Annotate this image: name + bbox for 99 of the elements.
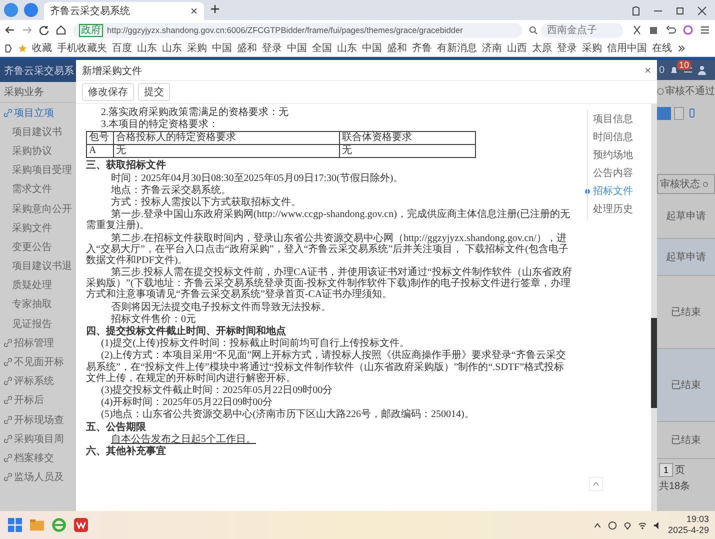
search-field[interactable]: 西南金点子	[541, 22, 623, 38]
bookmark-link[interactable]: 盛和	[237, 41, 257, 55]
sidebar-item[interactable]: 开标现场查	[0, 410, 76, 430]
bookmark-link[interactable]: 中国	[287, 41, 307, 55]
section-heading: 三、获取招标文件	[86, 160, 167, 172]
sidebar-item[interactable]: 质疑处理	[0, 276, 76, 295]
anchor-nav-item[interactable]: 处理历史	[581, 200, 651, 218]
table-header-cell: 包号	[86, 132, 114, 145]
system-title: 齐鲁云采交易系	[4, 64, 74, 78]
anchor-nav-item[interactable]: 项目信息	[581, 110, 651, 128]
document-paragraph: (2)上传方式：本项目采用“不见面”网上开标方式，请投标人按照《供应商操作手册》要求登录“齐鲁云采交易系统”，在“投标文件上传”模块中将通过“投标文件制作软件（山东省政府采购版）”制作的“.SDTF”格式投标文件上传，在规定的开标时间内进行解密开标。	[86, 350, 567, 384]
sidebar-item[interactable]: 采购意向公开	[0, 198, 76, 218]
clock[interactable]: 19:03 2025-4-29	[668, 514, 709, 536]
status-cell-text: 已结束	[671, 434, 701, 447]
bookmark-link[interactable]: 山东	[337, 41, 357, 55]
document-paragraph: (5)地点：山东省公共资源交易中心(济南市历下区山大路226号，邮政编码：250014)。	[100, 409, 476, 420]
bookmark-link[interactable]: 山东	[162, 41, 182, 55]
anchor-nav-item[interactable]: 预约场地	[581, 146, 651, 164]
bookmark-link[interactable]: 全国	[312, 41, 332, 55]
table-cell: A	[86, 144, 114, 158]
document-paragraph: 3.本项目的特定资格要求：	[100, 119, 220, 130]
document-paragraph: 第一步.登录中国山东政府采购网(http://www.ccgp-shandong.gov.cn)，完成供应商主体信息注册(已注册的无需重复注册)。	[86, 209, 572, 232]
sidebar-item[interactable]: 不见面开标	[0, 352, 76, 372]
sidebar-item[interactable]: 需求文件	[0, 180, 76, 199]
sidebar-item[interactable]: 评标系统	[0, 372, 76, 391]
sidebar-item[interactable]: 项目建议书	[0, 122, 76, 142]
sidebar-item[interactable]: 专家抽取	[0, 294, 76, 314]
bookmark-link[interactable]: 在线	[652, 41, 672, 55]
bookmark-link[interactable]: 登录	[557, 41, 577, 55]
close-button[interactable]: ×	[644, 65, 651, 77]
sidebar-item[interactable]: 招标管理	[0, 333, 76, 352]
bookmark-link[interactable]: 山东	[137, 41, 157, 55]
sidebar-item[interactable]: 采购项目受理	[0, 160, 76, 180]
table-cell: 无	[114, 144, 340, 158]
sidebar-item[interactable]: 采购协议	[0, 141, 76, 161]
tab-title: 齐鲁云采交易系统	[50, 4, 130, 18]
bookmark-link[interactable]: 山西	[507, 41, 527, 55]
sidebar-item[interactable]: 开标后	[0, 390, 76, 410]
bookmark-link[interactable]: 盛和	[387, 41, 407, 55]
bookmark-link[interactable]: 信用中国	[607, 41, 647, 55]
table-cell: 无	[339, 144, 476, 158]
security-badge: 政府	[79, 24, 103, 36]
bookmark-link[interactable]: 收藏	[32, 41, 52, 55]
bookmark-link[interactable]: 采购	[187, 41, 207, 55]
document-paragraph: 时间：2025年04月30日08:30至2025年05月09日17:30(节假日除外)。	[110, 172, 404, 184]
counter-text: 0	[659, 64, 665, 76]
section-heading: 六、其他补充事宜	[86, 446, 167, 458]
document-paragraph: 第二步.在招标文件获取时间内，登录山东省公共资源交易中心网（http://ggzyjyzx.shandong.gov.cn/），进入“交易大厅”，在平台入口点击“政府采购”，登入“齐鲁云采交易系统”后并关注项目， 下载招标文件(包含电子数据文件和PDF文件)。	[86, 232, 570, 266]
sidebar-section-title: 采购业务	[4, 86, 44, 99]
toolbar-button[interactable]: 修改保存	[82, 83, 134, 101]
toolbar-button[interactable]: 提交	[138, 83, 170, 101]
sidebar-item[interactable]: 档案移交	[0, 448, 76, 468]
status-cell-text: 起草申请	[666, 250, 706, 264]
page-input[interactable]: 1	[659, 463, 673, 477]
bookmark-link[interactable]: 中国	[212, 41, 232, 55]
bookmark-link[interactable]: 百度	[112, 41, 132, 55]
document-paragraph: 方式：投标人需按以下方式获取招标文件。	[110, 196, 302, 208]
document-paragraph: 否则将因无法提交电子投标文件而导致无法投标。	[110, 302, 332, 313]
sidebar-item[interactable]: 见证报告	[0, 314, 76, 334]
document-paragraph: 招标文件售价：0元	[110, 314, 197, 325]
document-paragraph: (4)开标时间：2025年05月22日09时00分	[100, 397, 274, 408]
address-bar[interactable]: 政府 http://ggzyjyzx.shandong.gov.cn:6006/ZFCGTPBidder/frame/fui/pages/themes/grace/gracebidder	[73, 22, 522, 38]
section-heading: 四、提交投标文件截止时间、开标时间和地点	[86, 326, 287, 338]
bookmark-link[interactable]: 齐鲁	[412, 41, 432, 55]
bookmark-link[interactable]: 登录	[262, 41, 282, 55]
document-paragraph: 地点：齐鲁云采交易系统。	[110, 184, 232, 196]
url-text: http://ggzyjyzx.shandong.gov.cn:6006/ZFCGTPBidder/frame/fui/pages/themes/grace/gracebidder	[107, 25, 463, 35]
status-cell-text: 已结束	[671, 306, 701, 319]
sidebar-item[interactable]: 项目立项	[0, 103, 76, 122]
status-cell-text: 起草申请	[666, 210, 706, 223]
document-paragraph: (1)提交(上传)投标文件时间：投标截止时间前均可自行上传投标文件。	[100, 338, 410, 350]
notification-badge: 10	[677, 60, 692, 70]
column-header[interactable]: 审核状态	[657, 174, 715, 194]
section-heading: 五、公告期限	[86, 422, 147, 433]
document-paragraph: 第三步.投标人需在提交投标文件前，办理CA证书，并使用该证书对通过“投标文件制作软件（山东省政府采购版）”(下载地址：齐鲁云采交易系统登录页面-投标文件制作软件下载)制作的电子投标文件进行签章，办理方式和注意事项请见“齐鲁云采交易系统”登录首页-CA证书办理须知。	[86, 267, 573, 301]
bookmark-link[interactable]: 太原	[532, 41, 552, 55]
document-paragraph: 2.落实政府采购政策需满足的资格要求：无	[100, 107, 290, 118]
bookmark-link[interactable]: 采购	[582, 41, 602, 55]
bookmark-link[interactable]: 济南	[482, 41, 502, 55]
total-count: 共18条	[659, 480, 690, 493]
dialog-title: 新增采购文件	[82, 64, 142, 78]
anchor-nav-item[interactable]: 时间信息	[581, 128, 651, 146]
sidebar-item[interactable]: 监场人员及	[0, 468, 76, 487]
filter-radio[interactable]: 审核不通过	[657, 80, 715, 102]
browser-tab[interactable]: 齐鲁云采交易系统	[44, 2, 204, 20]
document-paragraph: 自本公告发布之日起5个工作日。	[110, 434, 257, 445]
sidebar-item[interactable]: 采购文件	[0, 218, 76, 238]
sidebar-item[interactable]: 项目建议书退	[0, 256, 76, 276]
table-header-cell: 合格投标人的特定资格要求	[114, 132, 340, 145]
anchor-nav-item[interactable]: 公告内容	[581, 164, 651, 182]
sidebar-item[interactable]: 变更公告	[0, 237, 76, 256]
table-header-cell: 联合体资格要求	[339, 132, 476, 145]
document-paragraph: (3)提交投标文件截止时间：2025年05月22日09时00分	[100, 384, 334, 396]
status-cell-text: 已结束	[671, 378, 701, 392]
bookmark-link[interactable]: 有新消息	[437, 41, 477, 55]
bookmark-link[interactable]: 手机收藏夹	[57, 41, 107, 55]
bookmark-link[interactable]: 中国	[362, 41, 382, 55]
page-unit: 页	[675, 464, 685, 477]
sidebar-item[interactable]: 采购项目周	[0, 429, 76, 448]
